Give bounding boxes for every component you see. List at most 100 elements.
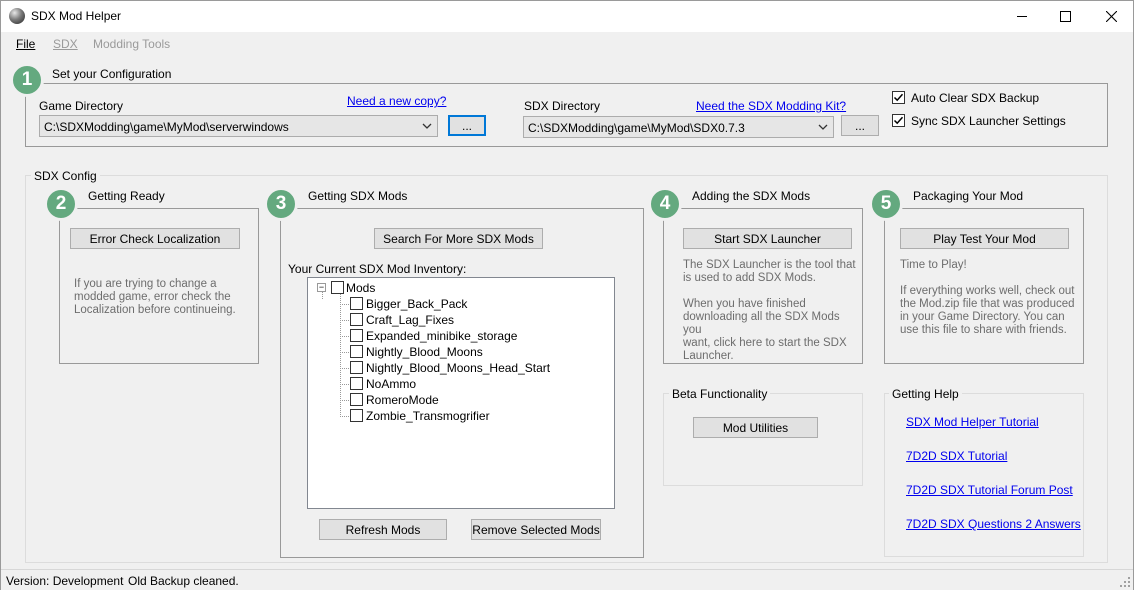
mod-checkbox[interactable] [350,409,363,422]
desc-line: use this file to share with friends. [900,324,1067,336]
chevron-down-icon [422,123,432,129]
desc-line [683,285,858,298]
step-4-badge: 4 [648,187,682,221]
refresh-mods-button[interactable]: Refresh Mods [319,519,447,540]
mod-checkbox[interactable] [350,393,363,406]
mod-inventory-tree[interactable]: − Mods Bigger_Back_Pack Craft_Lag_Fixes … [307,277,615,509]
mod-item[interactable]: Bigger_Back_Pack [366,297,467,311]
beta-functionality-title: Beta Functionality [669,387,771,401]
desc-line: the Mod.zip file that was produced [900,298,1075,310]
sdx-directory-label: SDX Directory [524,99,601,113]
beta-functionality-group [663,393,863,486]
help-link-forum-post[interactable]: 7D2D SDX Tutorial Forum Post [906,483,1073,497]
status-version: Version: Development [6,574,124,588]
desc-line: If you are trying to change a [74,278,217,290]
search-more-mods-button[interactable]: Search For More SDX Mods [374,228,543,249]
menu-modding-tools[interactable]: Modding Tools [93,37,170,51]
getting-help-title: Getting Help [889,387,962,401]
adding-mods-description: The SDX Launcher is the tool that is use… [683,259,858,363]
help-link-sdx-tutorial[interactable]: 7D2D SDX Tutorial [906,449,1007,463]
mod-utilities-button[interactable]: Mod Utilities [693,417,818,438]
mods-root-checkbox[interactable] [331,281,344,294]
sdx-app-icon [9,8,25,24]
mod-item[interactable]: Zombie_Transmogrifier [366,409,490,423]
tree-root-label[interactable]: Mods [346,281,375,295]
menu-sdx[interactable]: SDX [53,37,78,51]
checkmark-icon [893,93,904,102]
help-link-questions-answers[interactable]: 7D2D SDX Questions 2 Answers [906,517,1081,531]
sdx-directory-value: C:\SDXModding\game\MyMod\SDX0.7.3 [528,121,745,135]
status-bar: Version: Development Old Backup cleaned. [1,569,1133,590]
auto-clear-backup-label: Auto Clear SDX Backup [911,91,1040,105]
sync-launcher-settings-checkbox[interactable] [892,114,905,127]
step-3-badge: 3 [264,187,298,221]
desc-line [900,272,1080,285]
window-title: SDX Mod Helper [31,9,122,23]
game-directory-label: Game Directory [39,99,124,113]
mod-checkbox[interactable] [350,345,363,358]
sync-launcher-settings-label: Sync SDX Launcher Settings [911,114,1066,128]
mod-item[interactable]: Nightly_Blood_Moons [366,345,483,359]
error-check-localization-button[interactable]: Error Check Localization [70,228,240,249]
desc-line: is used to add SDX Mods. [683,272,816,284]
menu-bar: File SDX Modding Tools [1,32,1133,54]
packaging-description: Time to Play! If everything works well, … [900,259,1080,337]
sdx-directory-combo[interactable]: C:\SDXModding\game\MyMod\SDX0.7.3 [523,116,834,138]
play-test-mod-button[interactable]: Play Test Your Mod [900,228,1069,249]
step-2-badge: 2 [44,187,78,221]
packaging-title: Packaging Your Mod [910,189,1027,203]
start-sdx-launcher-button[interactable]: Start SDX Launcher [683,228,852,249]
desc-line: The SDX Launcher is the tool that [683,259,856,271]
mod-item[interactable]: Expanded_minibike_storage [366,329,517,343]
mod-checkbox[interactable] [350,361,363,374]
minimize-button[interactable] [999,1,1045,31]
mod-checkbox[interactable] [350,329,363,342]
step-1-badge: 1 [10,63,44,97]
tree-collapse-toggle[interactable]: − [317,283,326,292]
close-icon [1105,10,1117,22]
resize-grip-icon[interactable] [1119,576,1131,588]
desc-line: Launcher. [683,350,734,362]
menu-file[interactable]: File [16,37,35,51]
mod-checkbox[interactable] [350,313,363,326]
game-directory-combo[interactable]: C:\SDXModding\game\MyMod\serverwindows [39,115,438,137]
game-directory-browse-button[interactable]: ... [448,115,486,136]
desc-line: want, click here to start the SDX [683,337,847,349]
desc-line: downloading all the SDX Mods you [683,311,840,336]
sdx-config-title: SDX Config [31,169,100,183]
desc-line: When you have finished [683,298,806,310]
getting-ready-description: If you are trying to change a modded gam… [74,278,254,317]
need-sdx-kit-link[interactable]: Need the SDX Modding Kit? [696,99,846,113]
getting-sdx-mods-title: Getting SDX Mods [305,189,411,203]
mod-item[interactable]: RomeroMode [366,393,439,407]
help-link-mod-helper-tutorial[interactable]: SDX Mod Helper Tutorial [906,415,1039,429]
desc-line: Localization before continueing. [74,304,236,316]
status-message: Old Backup cleaned. [128,574,239,588]
desc-line: in your Game Directory. You can [900,311,1065,323]
menu-sdx-label: SDX [53,37,78,51]
desc-line: modded game, error check the [74,291,231,303]
minimize-icon [1017,16,1027,17]
step-5-badge: 5 [869,187,903,221]
menu-modding-tools-label: Modding Tools [93,37,171,51]
adding-sdx-mods-title: Adding the SDX Mods [689,189,814,203]
mod-checkbox[interactable] [350,297,363,310]
remove-selected-mods-button[interactable]: Remove Selected Mods [471,519,601,540]
desc-line: If everything works well, check out [900,285,1075,297]
need-new-copy-link[interactable]: Need a new copy? [347,94,446,108]
mod-item[interactable]: Craft_Lag_Fixes [366,313,454,327]
sdx-directory-browse-button[interactable]: ... [841,115,879,136]
mod-item[interactable]: NoAmmo [366,377,416,391]
checkmark-icon [893,116,904,125]
chevron-down-icon [818,124,828,130]
mod-inventory-label: Your Current SDX Mod Inventory: [288,262,467,276]
menu-file-label: File [16,37,36,51]
auto-clear-backup-checkbox[interactable] [892,91,905,104]
close-button[interactable] [1088,1,1134,31]
mod-checkbox[interactable] [350,377,363,390]
maximize-button[interactable] [1042,1,1088,31]
app-window: SDX Mod Helper File SDX Modding Tools Se… [0,0,1134,590]
mod-item[interactable]: Nightly_Blood_Moons_Head_Start [366,361,550,375]
maximize-icon [1059,10,1071,22]
configuration-title: Set your Configuration [49,67,175,81]
